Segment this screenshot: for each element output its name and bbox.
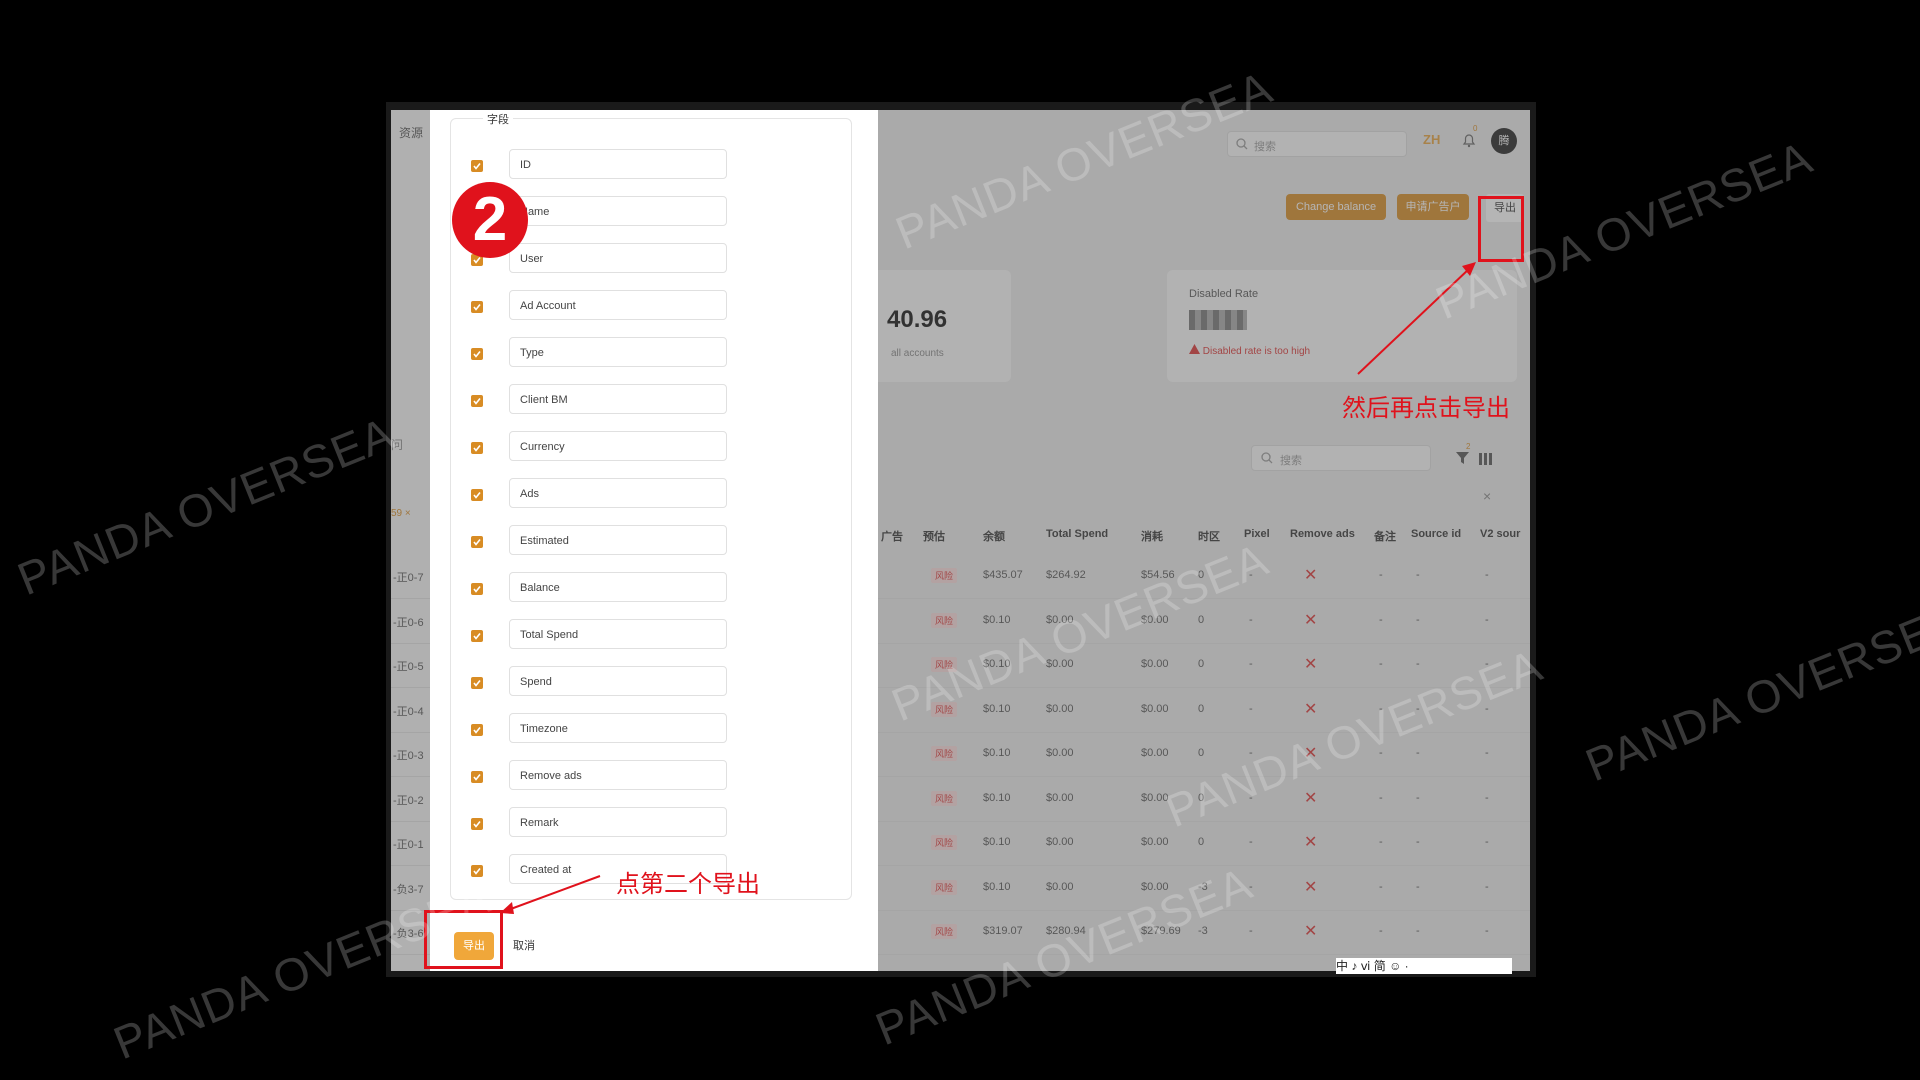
annotation-arrows	[500, 262, 1476, 914]
arrow-to-export-button	[500, 875, 601, 914]
